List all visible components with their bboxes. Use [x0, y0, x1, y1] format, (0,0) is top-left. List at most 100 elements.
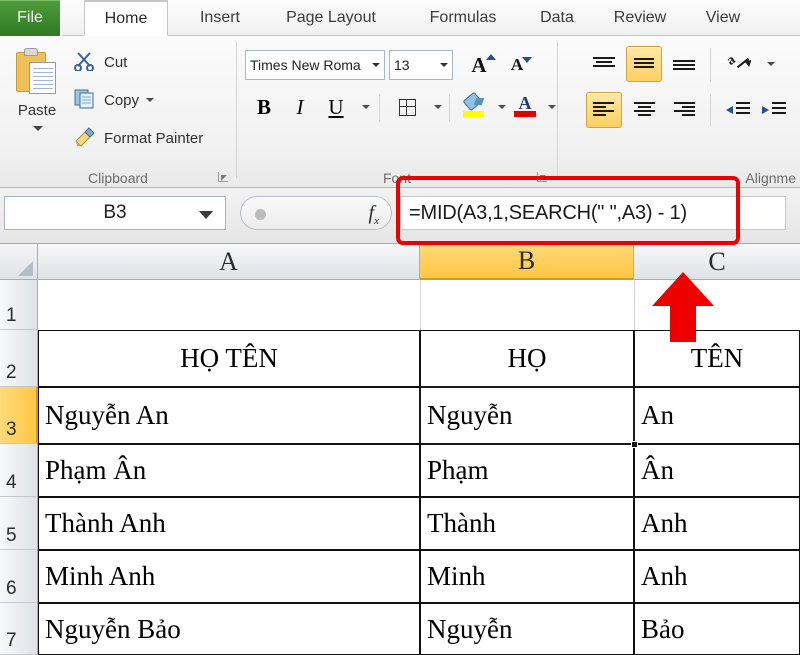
gridline — [634, 280, 635, 330]
column-header-a[interactable]: A — [38, 244, 420, 280]
paste-dropdown-arrow[interactable] — [33, 126, 43, 131]
font-size-combobox[interactable]: 13 — [389, 50, 453, 80]
row-header-1-label: 1 — [6, 305, 17, 327]
row-header-4[interactable]: 4 — [0, 444, 38, 497]
font-color-button[interactable]: A — [511, 90, 539, 122]
row-header-3[interactable]: 3 — [0, 387, 38, 444]
font-name-value: Times New Roma — [250, 57, 361, 73]
align-middle-button[interactable] — [626, 46, 662, 82]
cell-a4[interactable]: Phạm Ân — [38, 444, 420, 497]
column-header-b[interactable]: B — [420, 244, 634, 280]
increase-indent-icon — [762, 102, 786, 118]
cell-b1[interactable] — [420, 280, 634, 330]
select-all-corner[interactable] — [0, 244, 38, 280]
cell-b6[interactable]: Minh — [420, 550, 634, 603]
underline-dropdown-arrow[interactable] — [353, 92, 371, 122]
grow-font-button[interactable]: A — [463, 50, 495, 80]
cell-b4-value: Phạm — [427, 455, 489, 486]
cell-b3[interactable]: Nguyễn — [420, 387, 634, 444]
row-header-6[interactable]: 6 — [0, 550, 38, 603]
cell-b7[interactable]: Nguyễn — [420, 603, 634, 655]
tab-page-layout[interactable]: Page Layout — [268, 0, 394, 36]
ribbon-tabbar: File Home Insert Page Layout Formulas Da… — [0, 0, 800, 36]
tab-file[interactable]: File — [0, 0, 62, 36]
paste-button[interactable]: Paste — [6, 44, 68, 156]
scissors-icon — [74, 51, 98, 73]
row-header-1[interactable]: 1 — [0, 280, 38, 330]
cell-b2[interactable]: HỌ — [420, 330, 634, 387]
fill-color-dropdown-arrow[interactable] — [489, 92, 507, 122]
cut-button[interactable]: Cut — [74, 48, 127, 76]
orientation-button[interactable]: a — [724, 48, 756, 80]
underline-button[interactable]: U — [321, 92, 351, 122]
row-header-5[interactable]: 5 — [0, 497, 38, 550]
chevron-down-icon[interactable] — [199, 211, 213, 219]
cell-c4[interactable]: Ân — [634, 444, 800, 497]
font-color-dropdown-arrow[interactable] — [539, 92, 557, 122]
shrink-font-button[interactable]: A — [501, 50, 533, 80]
cancel-icon[interactable] — [255, 209, 266, 220]
cell-c2-value: TÊN — [691, 343, 743, 374]
align-top-button[interactable] — [588, 48, 620, 80]
row-header-2[interactable]: 2 — [0, 330, 38, 387]
tab-view[interactable]: View — [692, 0, 754, 36]
cell-a5[interactable]: Thành Anh — [38, 497, 420, 550]
tab-review[interactable]: Review — [600, 0, 680, 36]
cell-c5[interactable]: Anh — [634, 497, 800, 550]
cell-a3[interactable]: Nguyễn An — [38, 387, 420, 444]
bold-button[interactable]: B — [249, 92, 279, 122]
font-dialog-launcher[interactable] — [536, 171, 549, 184]
decrease-indent-button[interactable] — [722, 94, 754, 126]
tab-formulas-label: Formulas — [430, 9, 497, 27]
row-header-2-label: 2 — [6, 362, 17, 384]
tab-home-label: Home — [105, 10, 148, 28]
chevron-down-icon — [372, 63, 380, 67]
tab-insert[interactable]: Insert — [184, 0, 256, 36]
cell-c3[interactable]: An — [634, 387, 800, 444]
cell-c7[interactable]: Bảo — [634, 603, 800, 655]
row-header-3-label: 3 — [6, 419, 17, 441]
tab-formulas[interactable]: Formulas — [414, 0, 512, 36]
orientation-dropdown-arrow[interactable] — [758, 50, 776, 78]
cell-c6[interactable]: Anh — [634, 550, 800, 603]
row-header-7-label: 7 — [6, 630, 17, 652]
align-left-button[interactable] — [586, 92, 622, 128]
cell-a1[interactable] — [38, 280, 420, 330]
cell-b5[interactable]: Thành — [420, 497, 634, 550]
cell-b4[interactable]: Phạm — [420, 444, 634, 497]
cell-c4-value: Ân — [641, 455, 674, 486]
cell-a6[interactable]: Minh Anh — [38, 550, 420, 603]
row-header-7[interactable]: 7 — [0, 603, 38, 655]
font-name-combobox[interactable]: Times New Roma — [245, 50, 385, 80]
formula-input[interactable]: =MID(A3,1,SEARCH(" ",A3) - 1) — [400, 196, 786, 230]
row-header-6-label: 6 — [6, 578, 17, 600]
align-right-button[interactable] — [668, 94, 702, 126]
fill-handle[interactable] — [631, 441, 638, 448]
clipboard-dialog-launcher[interactable] — [217, 171, 230, 184]
formula-value: =MID(A3,1,SEARCH(" ",A3) - 1) — [409, 202, 687, 225]
cell-a7[interactable]: Nguyễn Bảo — [38, 603, 420, 655]
format-painter-button[interactable]: Format Painter — [74, 124, 203, 152]
copy-dropdown-arrow[interactable] — [146, 98, 154, 102]
align-left-icon — [593, 102, 615, 118]
paste-icon — [16, 48, 60, 100]
tab-home[interactable]: Home — [84, 0, 168, 36]
insert-function-icon[interactable]: fx — [369, 202, 379, 227]
tab-insert-label: Insert — [200, 9, 240, 27]
borders-dropdown-arrow[interactable] — [425, 92, 443, 122]
borders-button[interactable] — [391, 92, 423, 122]
increase-indent-button[interactable] — [758, 94, 790, 126]
chevron-down-icon — [498, 105, 506, 109]
row-header-5-label: 5 — [6, 525, 17, 547]
cell-a2[interactable]: HỌ TÊN — [38, 330, 420, 387]
copy-button[interactable]: Copy — [74, 86, 154, 114]
font-group-label: Font — [237, 170, 557, 186]
align-center-button[interactable] — [628, 94, 662, 126]
tab-data[interactable]: Data — [526, 0, 588, 36]
cell-c5-value: Anh — [641, 508, 688, 539]
align-bottom-button[interactable] — [668, 48, 700, 80]
name-box[interactable]: B3 — [4, 196, 226, 230]
italic-button[interactable]: I — [285, 92, 315, 122]
cell-c6-value: Anh — [641, 561, 688, 592]
fill-color-button[interactable] — [459, 90, 489, 122]
